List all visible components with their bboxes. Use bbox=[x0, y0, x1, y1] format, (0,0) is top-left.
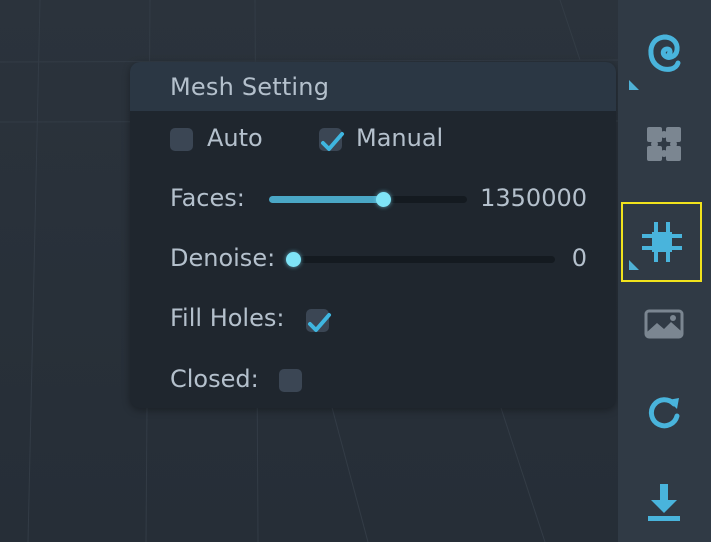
manual-checkbox[interactable] bbox=[319, 128, 344, 151]
manual-label: Manual bbox=[356, 124, 444, 152]
denoise-label: Denoise: bbox=[170, 244, 276, 272]
faces-slider-handle[interactable] bbox=[376, 192, 392, 207]
faces-slider-fill bbox=[269, 196, 384, 203]
puzzle-icon bbox=[647, 127, 681, 161]
check-icon bbox=[308, 313, 331, 332]
toolbar-item-image[interactable] bbox=[630, 292, 698, 356]
3d-viewport[interactable]: Mesh Setting Auto Manual Faces: 1350000 … bbox=[0, 0, 618, 542]
toolbar-item-logo[interactable] bbox=[630, 22, 698, 86]
submenu-indicator bbox=[629, 260, 639, 270]
closed-label: Closed: bbox=[170, 365, 259, 393]
toolbar-item-download[interactable] bbox=[630, 470, 698, 534]
toolbar-item-mesh[interactable] bbox=[621, 202, 702, 282]
faces-value: 1350000 bbox=[480, 184, 587, 212]
auto-checkbox[interactable] bbox=[170, 128, 193, 151]
download-icon bbox=[648, 484, 680, 521]
closed-checkbox[interactable] bbox=[279, 369, 302, 392]
image-landscape-icon bbox=[644, 309, 684, 339]
refresh-icon bbox=[648, 397, 680, 429]
panel-title: Mesh Setting bbox=[170, 73, 330, 101]
toolbar-item-puzzle[interactable] bbox=[630, 112, 698, 176]
fill-holes-label: Fill Holes: bbox=[170, 304, 285, 332]
mesh-grid-icon bbox=[641, 222, 682, 262]
denoise-value: 0 bbox=[571, 244, 587, 272]
mesh-setting-panel: Mesh Setting Auto Manual Faces: 1350000 … bbox=[130, 62, 616, 408]
auto-label: Auto bbox=[207, 124, 263, 152]
logo-swirl-icon bbox=[648, 34, 681, 72]
check-icon bbox=[321, 132, 344, 151]
faces-label: Faces: bbox=[170, 184, 245, 212]
denoise-slider-handle[interactable] bbox=[285, 252, 301, 267]
submenu-indicator bbox=[629, 80, 639, 90]
right-toolbar bbox=[618, 0, 711, 542]
faces-slider[interactable] bbox=[269, 196, 467, 203]
denoise-slider[interactable] bbox=[293, 256, 555, 263]
toolbar-item-refresh[interactable] bbox=[630, 380, 698, 444]
panel-header: Mesh Setting bbox=[130, 62, 616, 111]
fill-holes-checkbox[interactable] bbox=[306, 309, 331, 332]
